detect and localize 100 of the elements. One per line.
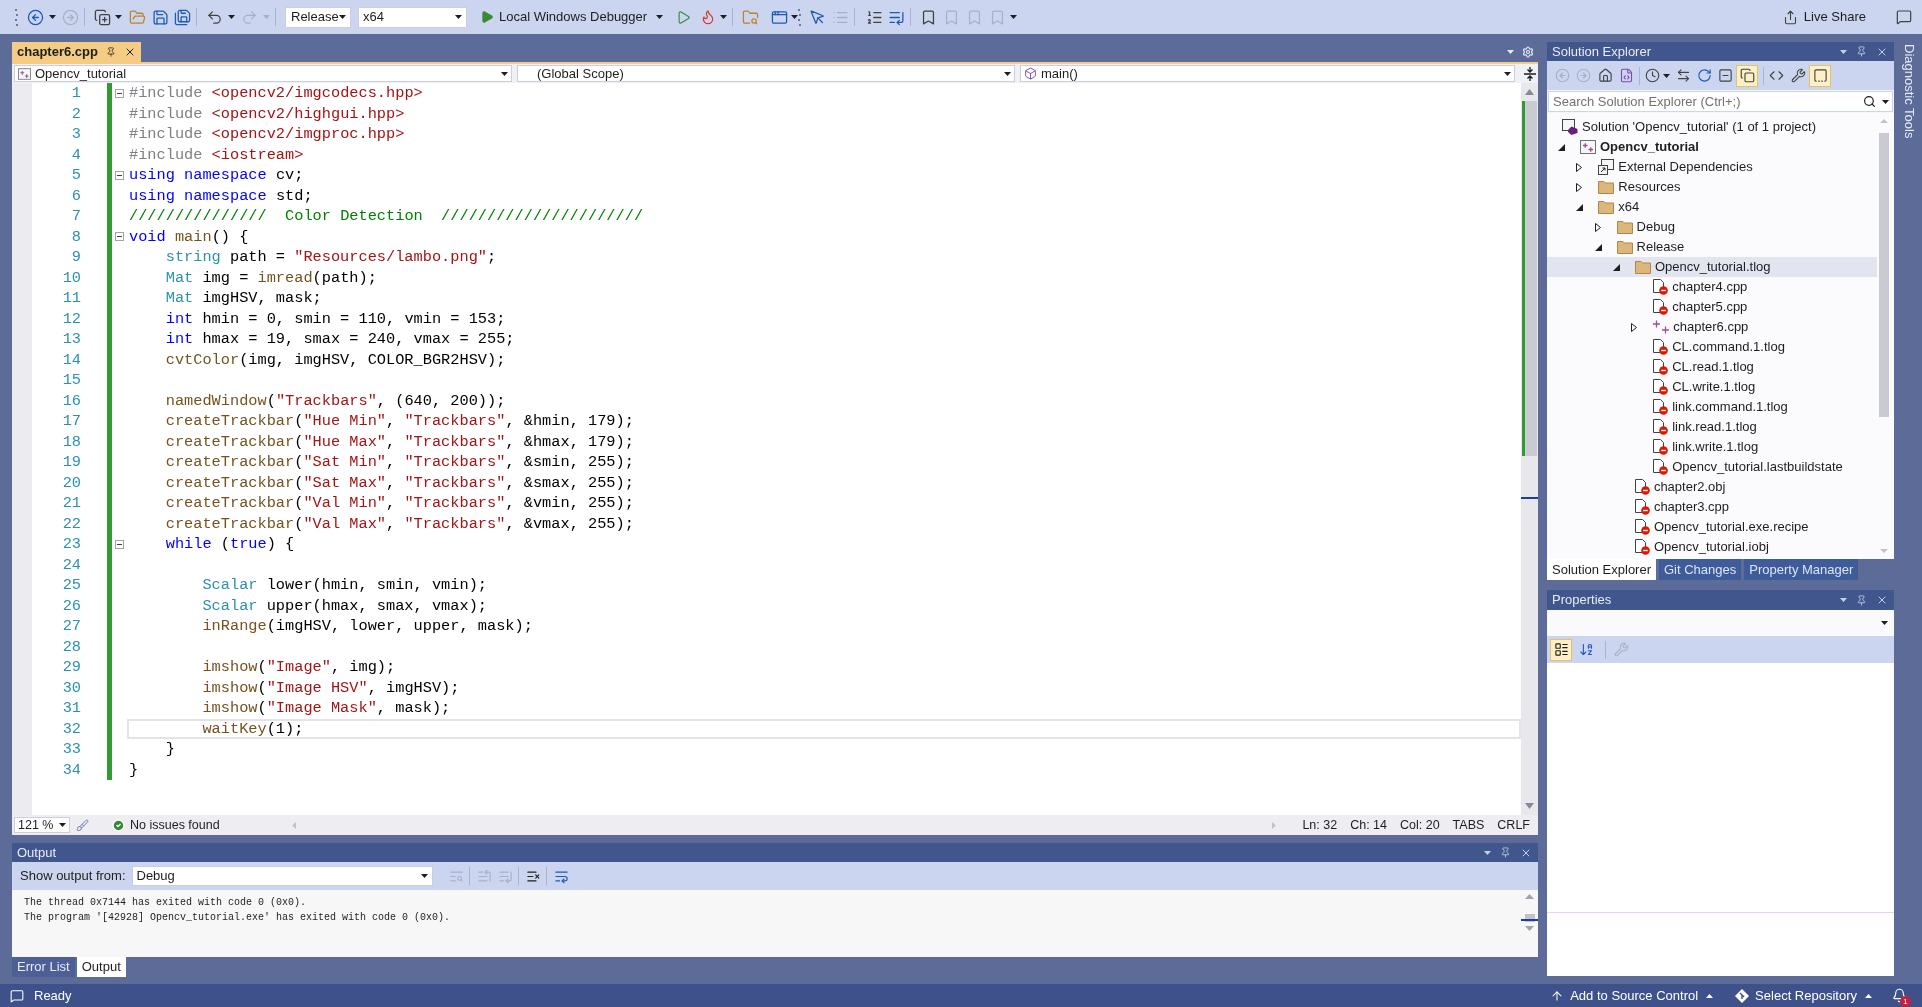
search-field[interactable]: Search Solution Explorer (Ctrl+;) <box>1548 91 1893 112</box>
pointer-icon[interactable] <box>809 8 827 26</box>
tree-item[interactable]: CL.read.1.tlog <box>1631 357 1754 377</box>
file-code-icon[interactable] <box>1619 68 1634 83</box>
tree-item[interactable]: chapter2.obj <box>1612 477 1726 497</box>
add-item-icon[interactable] <box>94 8 111 26</box>
tree-item[interactable]: link.read.1.tlog <box>1631 417 1757 437</box>
tree-item[interactable]: External Dependencies <box>1576 157 1753 177</box>
project-dropdown[interactable]: Opencv_tutorial <box>14 65 512 82</box>
expanded-arrow-icon[interactable] <box>1594 243 1602 251</box>
source-control-button[interactable]: Add to Source Control <box>1550 985 1714 1006</box>
save-all-icon[interactable] <box>174 8 191 26</box>
code-icon[interactable] <box>1769 68 1784 83</box>
tree-item[interactable]: CL.write.1.tlog <box>1631 377 1756 397</box>
tree-item[interactable]: Resources <box>1576 177 1681 197</box>
collapsed-arrow-icon[interactable] <box>1576 182 1583 192</box>
close-icon[interactable] <box>1876 594 1888 606</box>
panel-tab[interactable]: Output <box>76 957 126 977</box>
document-tab[interactable]: chapter6.cpp <box>12 42 141 62</box>
wrench-icon[interactable] <box>1791 68 1806 83</box>
tree-item[interactable]: chapter3.cpp <box>1612 497 1730 517</box>
tree-item[interactable]: Opencv_tutorial.iobj <box>1612 537 1769 557</box>
configuration-dropdown[interactable]: Release <box>285 6 351 28</box>
show-all-files-button[interactable] <box>1736 64 1758 87</box>
tree-item[interactable]: Opencv_tutorial.lastbuildstate <box>1631 457 1843 477</box>
panel-tab[interactable]: Error List <box>12 957 75 977</box>
sync-arrows-icon[interactable] <box>1676 68 1691 83</box>
tree-item[interactable]: chapter5.cpp <box>1631 297 1748 317</box>
tree-item[interactable]: link.command.1.tlog <box>1631 397 1788 417</box>
back-icon[interactable] <box>27 8 44 26</box>
caret-icon[interactable] <box>791 15 799 19</box>
collapsed-arrow-icon[interactable] <box>1631 322 1638 332</box>
split-window-icon[interactable] <box>1524 66 1536 81</box>
list-start-icon[interactable] <box>476 868 492 884</box>
caret-icon[interactable] <box>1663 73 1670 78</box>
expanded-arrow-icon[interactable] <box>1612 263 1620 271</box>
tree-item[interactable]: Opencv_tutorial.tlog <box>1547 257 1877 277</box>
pin-icon[interactable] <box>1856 46 1867 57</box>
collapse-icon[interactable] <box>115 539 124 549</box>
grip-icon[interactable] <box>15 8 18 26</box>
expanded-arrow-icon[interactable] <box>1576 203 1584 211</box>
categorized-button[interactable] <box>1550 638 1572 661</box>
collapse-icon[interactable] <box>115 88 124 98</box>
editor-scrollbar[interactable] <box>1521 83 1538 815</box>
settings-icon[interactable] <box>1522 46 1534 58</box>
undo-icon[interactable] <box>206 8 223 26</box>
word-wrap-icon[interactable] <box>553 868 569 884</box>
feedback-icon[interactable] <box>1896 9 1912 25</box>
collapse-all-icon[interactable] <box>1718 68 1733 83</box>
caret-icon[interactable] <box>1882 99 1889 104</box>
caret-icon[interactable] <box>49 15 56 19</box>
caret-icon[interactable] <box>1010 15 1018 19</box>
grip-icon[interactable] <box>798 8 802 26</box>
collapse-icon[interactable] <box>115 170 124 180</box>
platform-dropdown[interactable]: x64 <box>358 6 467 28</box>
output-source-dropdown[interactable]: Debug <box>131 866 433 886</box>
close-icon[interactable] <box>124 46 136 58</box>
tree-item[interactable]: Opencv_tutorial.exe.recipe <box>1612 517 1809 537</box>
start-debugging-button[interactable]: Local Windows Debugger <box>477 6 667 28</box>
pin-icon[interactable] <box>106 47 116 57</box>
collapsed-arrow-icon[interactable] <box>1576 162 1583 172</box>
expanded-arrow-icon[interactable] <box>1558 143 1565 151</box>
tree-item[interactable]: Solution 'Opencv_tutorial' (1 of 1 project) <box>1562 117 1817 137</box>
brush-icon[interactable] <box>76 818 89 832</box>
tree-item[interactable]: chapter6.cpp <box>1631 317 1749 337</box>
clock-icon[interactable] <box>1645 68 1660 83</box>
tree-item[interactable]: link.write.1.tlog <box>1631 437 1759 457</box>
save-icon[interactable] <box>152 8 169 26</box>
repository-button[interactable]: Select Repository <box>1735 985 1872 1006</box>
tree-item[interactable]: Debug <box>1594 217 1675 237</box>
refresh-icon[interactable] <box>1697 68 1712 83</box>
tree-item[interactable]: x64 <box>1576 197 1640 217</box>
panel-tab[interactable]: Solution Explorer <box>1547 559 1656 580</box>
window-icon[interactable] <box>771 8 789 26</box>
pin-icon[interactable] <box>1500 847 1511 858</box>
panel-tab[interactable]: Property Manager <box>1744 559 1859 580</box>
caret-icon[interactable] <box>115 15 122 19</box>
pin-icon[interactable] <box>1856 594 1867 606</box>
panel-tab[interactable]: Git Changes <box>1659 559 1742 580</box>
tree-item[interactable]: chapter4.cpp <box>1631 277 1748 297</box>
member-dropdown[interactable]: main() <box>1020 65 1515 82</box>
caret-icon[interactable] <box>228 15 235 19</box>
collapse-icon[interactable] <box>115 232 124 242</box>
message-icon[interactable] <box>10 988 24 1003</box>
caret-icon[interactable] <box>720 15 728 19</box>
search-icon[interactable] <box>1863 95 1876 108</box>
preview-button[interactable] <box>1809 64 1831 87</box>
outline-play-icon[interactable] <box>676 9 692 25</box>
scope-dropdown[interactable]: (Global Scope) <box>517 65 1015 82</box>
collapsed-arrow-icon[interactable] <box>1594 222 1601 232</box>
tree-item[interactable]: Release <box>1594 237 1685 257</box>
clear-list-icon[interactable] <box>525 868 541 884</box>
bell-icon[interactable] <box>1891 988 1907 1003</box>
live-share-button[interactable]: Live Share <box>1779 6 1869 28</box>
zoom-dropdown[interactable]: 121 % <box>14 817 70 833</box>
tree-item[interactable]: CL.command.1.tlog <box>1631 337 1785 357</box>
home-icon[interactable] <box>1598 68 1613 83</box>
tree-item[interactable]: Opencv_tutorial <box>1558 137 1699 157</box>
numbered-list-icon[interactable] <box>866 8 884 26</box>
diagnostic-tools-tab[interactable]: Diagnostic Tools <box>1899 42 1920 139</box>
